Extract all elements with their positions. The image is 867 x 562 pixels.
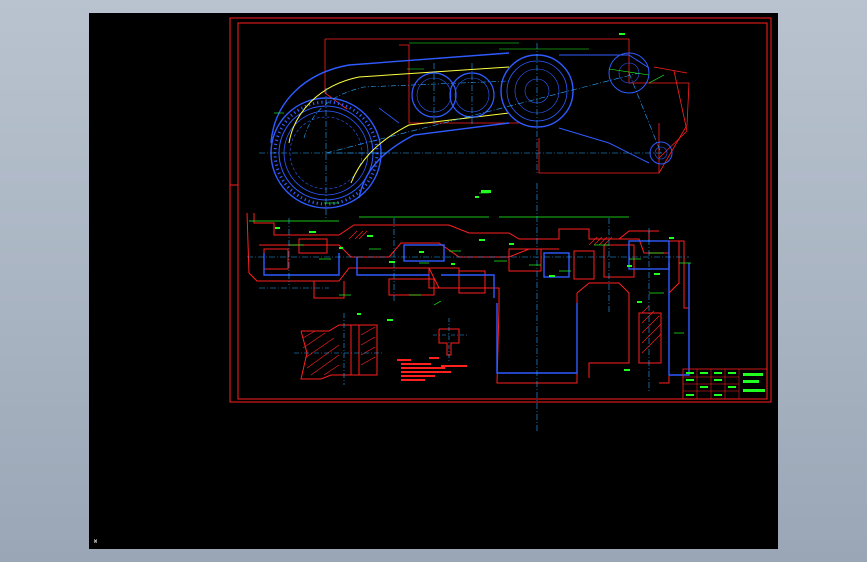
arm-extension [558,54,650,164]
detail-b-centerline [433,318,467,363]
section-view [246,183,691,431]
section-centerlines [247,183,689,431]
top-view [259,38,690,218]
title-block [682,368,768,400]
drawing-frame [229,17,772,403]
detail-a-hatch [302,326,376,376]
section-contours [263,240,690,376]
top-view-centerlines [259,43,664,218]
detail-a [300,324,378,380]
detail-a-centerline [294,313,384,385]
cad-viewport[interactable]: W [89,13,778,549]
curved-arm [270,52,510,199]
outer-frame [229,17,772,403]
section-outline [246,212,690,384]
technical-notes [397,357,467,381]
engineering-drawing[interactable] [89,13,778,549]
sprocket-circles [378,52,673,165]
detail-views [294,313,467,385]
ucs-axis-label: W [94,539,98,545]
floating-markers [357,33,625,321]
section-dimension-ticks [275,227,674,371]
